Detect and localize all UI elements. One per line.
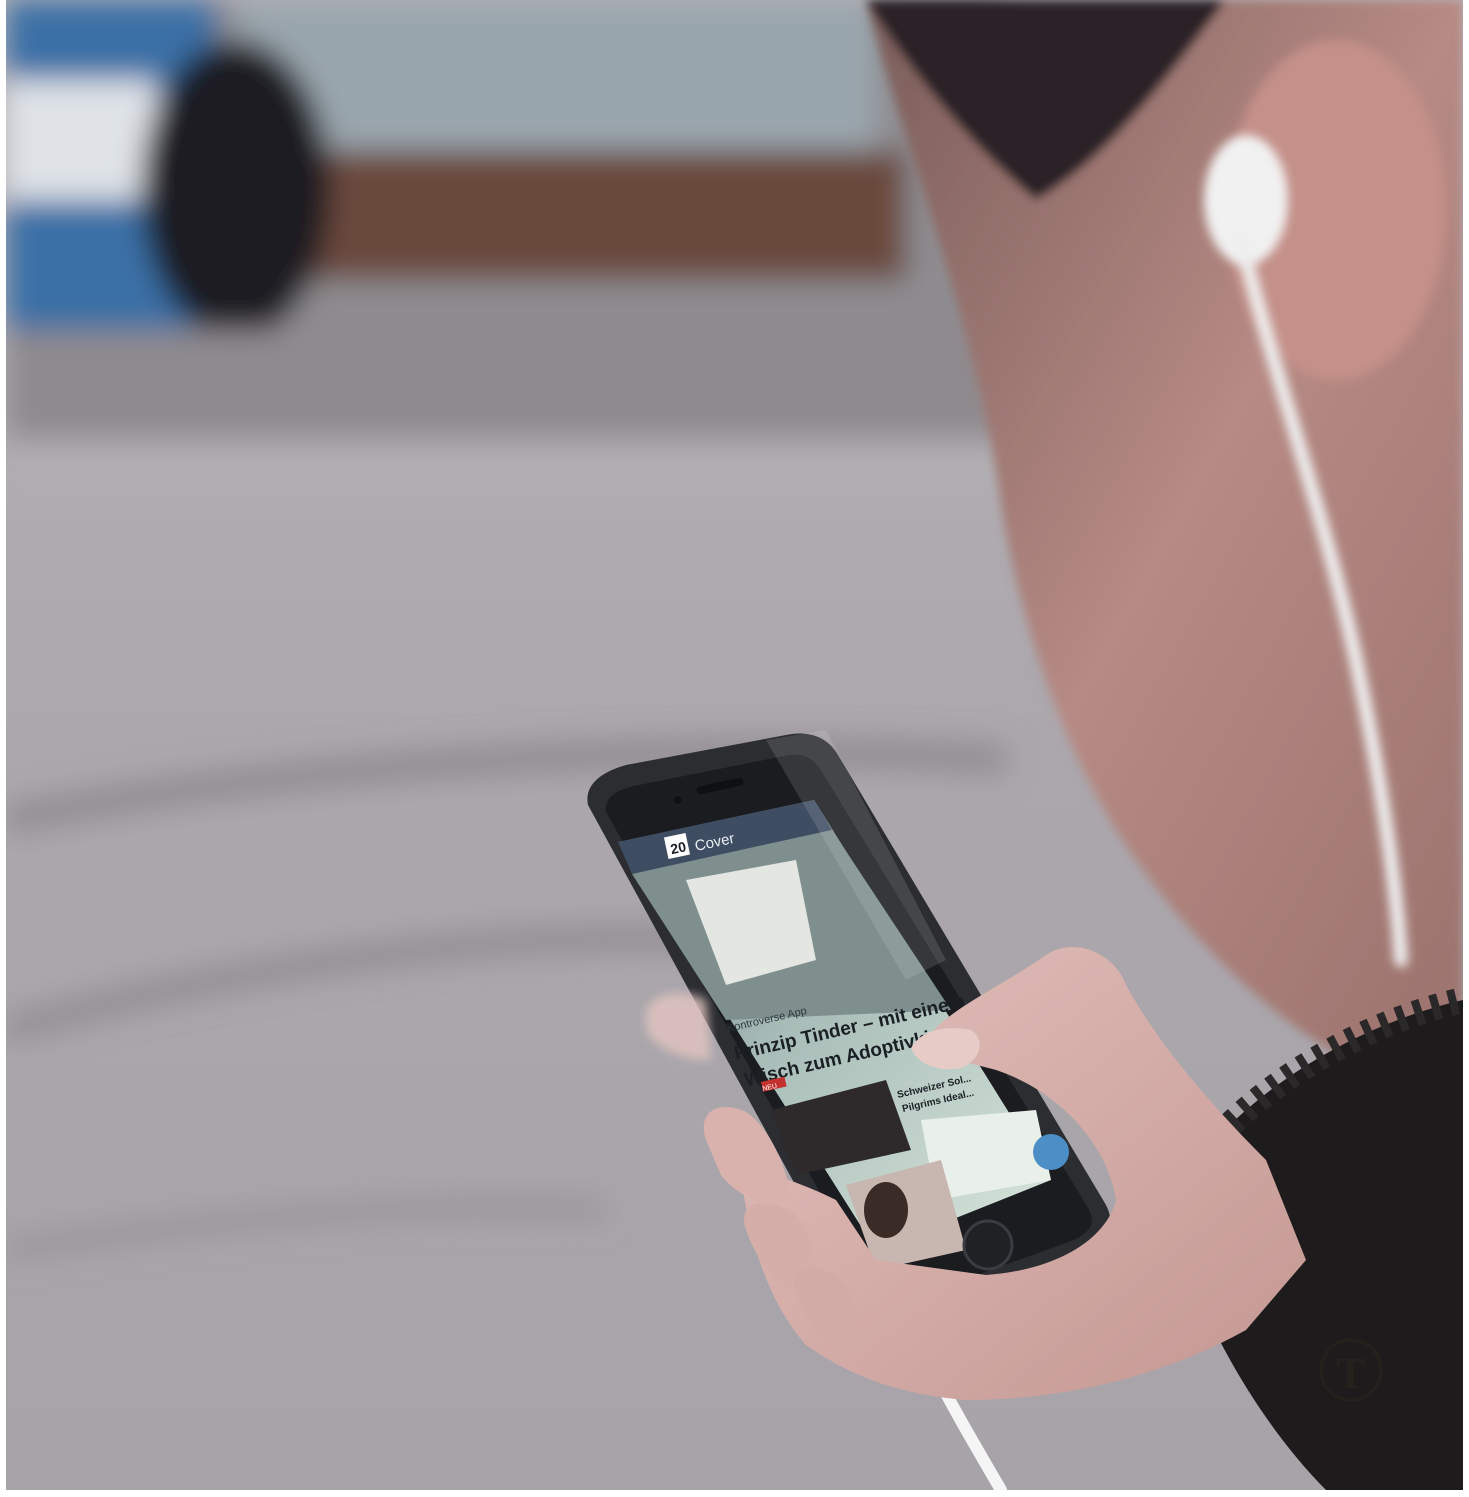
background-people xyxy=(141,40,331,340)
photo-canvas: 20 Cover Kontroverse App Prinzip Tinder … xyxy=(6,0,1463,1490)
phone-camera xyxy=(674,796,682,804)
watermark-text: T xyxy=(1336,1349,1365,1398)
share-icon[interactable] xyxy=(1033,1134,1069,1170)
home-button[interactable] xyxy=(962,1219,1014,1271)
photo-scene: 20 Cover Kontroverse App Prinzip Tinder … xyxy=(6,0,1463,1490)
